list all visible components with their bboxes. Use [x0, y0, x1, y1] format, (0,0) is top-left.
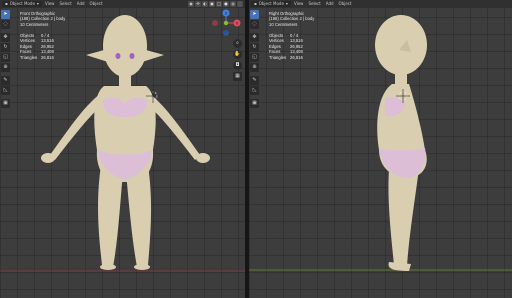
3d-cursor-icon[interactable] [0, 0, 245, 298]
viewport-right[interactable]: ▪ Object Mode ▾ View Select Add Object R… [249, 0, 512, 298]
3d-cursor-icon[interactable] [249, 0, 512, 298]
viewport-front[interactable]: ▪ Object Mode ▾ View Select Add Object ◉… [0, 0, 245, 298]
